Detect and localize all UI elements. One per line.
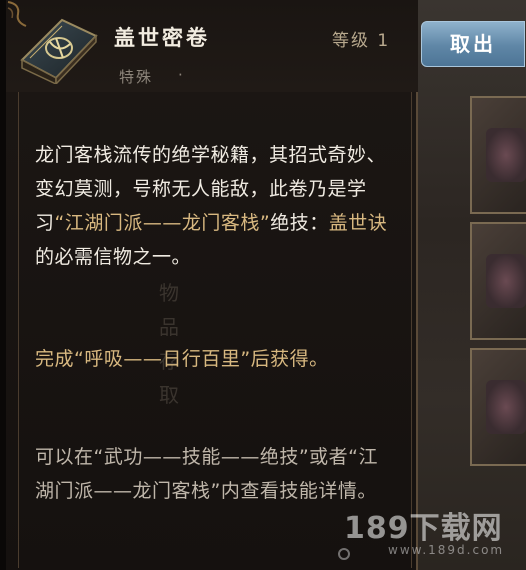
site-logo: 189下载网 [344, 511, 503, 546]
item-type-dot: · [178, 66, 183, 84]
site-url: www.189d.com [388, 543, 505, 557]
item-level: 等级 1 [332, 31, 391, 51]
item-tooltip-panel: 盖世密卷 等级 1 特殊 · 物 品 存 取 龙门客栈流传的绝学秘籍，其招式奇妙… [6, 0, 418, 570]
item-description: 龙门客栈流传的绝学秘籍，其招式奇妙、变幻莫测，号称无人能敌，此卷乃是学习“江湖门… [35, 144, 388, 268]
skill-name-highlight: 盖世诀 [328, 212, 388, 234]
item-name: 盖世密卷 [114, 26, 210, 50]
obtain-condition: 完成“呼吸——日行百里”后获得。 [35, 348, 329, 370]
background-item-slot [470, 222, 526, 340]
take-out-button[interactable]: 取出 [421, 21, 525, 67]
skill-hint: 可以在“武功——技能——绝技”或者“江湖门派——龙门客栈”内查看技能详情。 [35, 446, 379, 502]
item-type: 特殊 [119, 68, 154, 86]
site-logo-icon [338, 548, 350, 560]
background-item-slot [470, 348, 526, 466]
sect-name-highlight: “江湖门派——龙门客栈” [54, 212, 271, 234]
scroll-book-icon [20, 18, 98, 84]
background-item-slot [470, 96, 526, 214]
